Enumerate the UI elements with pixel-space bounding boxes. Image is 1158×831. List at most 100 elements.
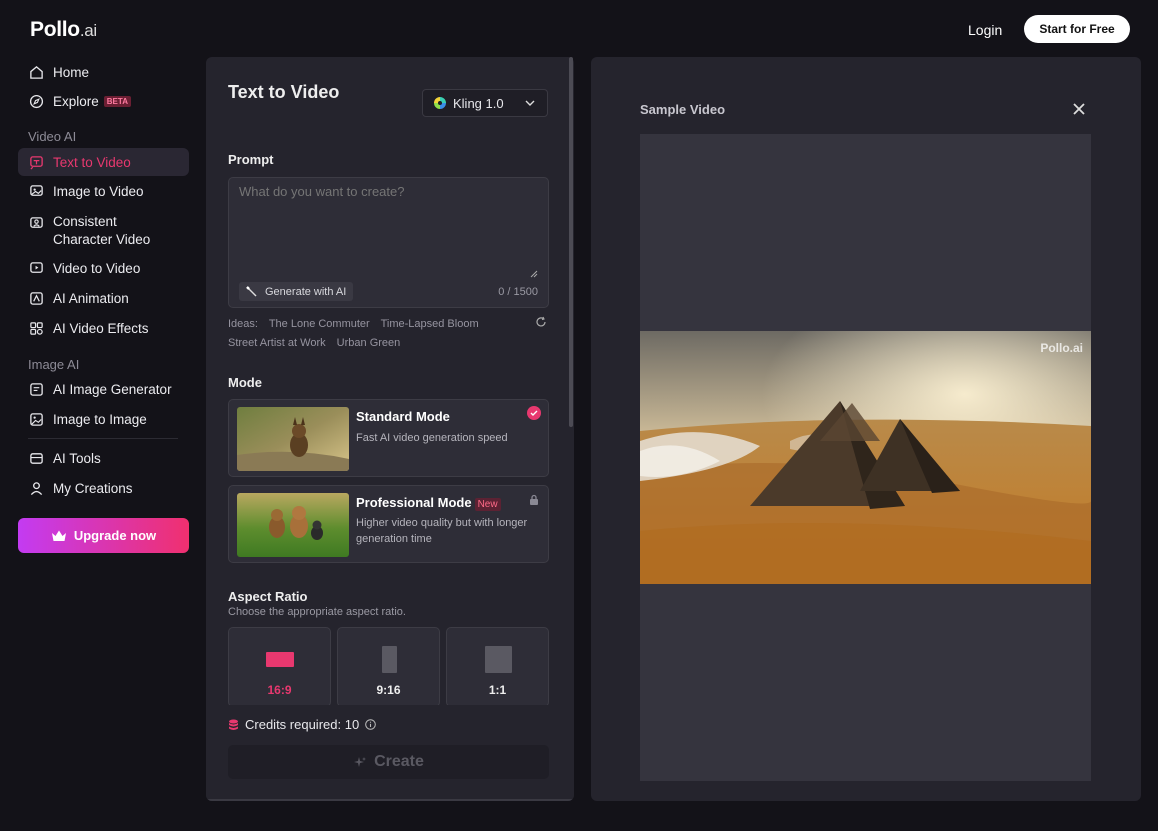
video-player[interactable]: Pollo.ai <box>640 134 1091 781</box>
credits-text: Credits required: 10 <box>245 717 360 732</box>
sidebar-item-label: Text to Video <box>53 154 131 170</box>
compass-icon <box>28 93 44 109</box>
sidebar-item-label: Consistent Character Video <box>53 214 151 247</box>
sidebar-item-label: Explore <box>53 93 99 109</box>
effects-grid-icon <box>28 320 44 336</box>
text-to-video-panel: Text to Video Kling 1.0 Prompt Generate … <box>206 57 574 801</box>
professional-mode-card[interactable]: Professional Mode New Higher video qualit… <box>228 485 549 563</box>
aspect-16-9-option[interactable]: 16:9 <box>228 627 331 707</box>
panel-title: Text to Video <box>228 82 340 102</box>
check-icon <box>527 406 541 420</box>
user-icon <box>28 480 44 496</box>
sidebar-item-ai-image-generator[interactable]: AI Image Generator <box>18 375 189 403</box>
beta-badge: BETA <box>103 95 131 107</box>
generate-with-ai-button[interactable]: Generate with AI <box>239 282 354 301</box>
top-bar: Pollo.ai Login Start for Free <box>0 0 1158 56</box>
credits-required: Credits required: 10 <box>228 717 376 732</box>
standard-mode-desc: Fast AI video generation speed <box>356 432 508 444</box>
standard-mode-card[interactable]: Standard Mode Fast AI video generation s… <box>228 399 549 477</box>
chevron-down-icon <box>525 100 535 106</box>
sidebar-item-explore[interactable]: Explore BETA <box>18 87 189 115</box>
resize-handle-icon[interactable] <box>530 270 538 278</box>
sidebar-item-home[interactable]: Home <box>18 58 189 86</box>
aspect-label: 1:1 <box>488 683 507 697</box>
image-image-icon <box>28 411 44 427</box>
portrait-icon <box>382 646 397 673</box>
square-icon <box>485 646 512 673</box>
text-video-icon <box>28 154 44 170</box>
standard-mode-thumbnail <box>237 407 349 471</box>
sidebar-item-text-to-video[interactable]: Text to Video <box>18 148 189 176</box>
tools-icon <box>28 450 44 466</box>
section-image-ai: Image AI <box>28 357 80 372</box>
ideas-label: Ideas: <box>228 318 258 330</box>
panel-bottom-edge <box>206 799 574 801</box>
sidebar-item-consistent-character[interactable]: Consistent Character Video <box>18 213 189 253</box>
crown-icon <box>51 529 67 543</box>
idea-chip[interactable]: Street Artist at Work <box>228 337 326 349</box>
close-icon[interactable] <box>1073 102 1085 120</box>
professional-mode-thumbnail <box>237 493 349 557</box>
sidebar-item-label: Image to Video <box>53 183 144 199</box>
credits-footer: Credits required: 10 Create <box>206 705 574 801</box>
sample-video-panel: Sample Video Pollo.ai <box>591 57 1141 801</box>
sample-video-frame[interactable]: Pollo.ai <box>640 331 1091 584</box>
animation-icon <box>28 290 44 306</box>
section-video-ai: Video AI <box>28 129 77 144</box>
sidebar-item-image-to-image[interactable]: Image to Image <box>18 405 189 433</box>
panel-scrollbar[interactable] <box>569 57 573 427</box>
lock-icon <box>529 493 539 511</box>
aspect-1-1-option[interactable]: 1:1 <box>446 627 549 707</box>
info-icon[interactable] <box>365 719 376 730</box>
prompt-input[interactable] <box>239 184 539 199</box>
sidebar-item-image-to-video[interactable]: Image to Video <box>18 177 189 205</box>
professional-mode-desc: Higher video quality but with longer gen… <box>356 517 528 545</box>
new-badge: New <box>474 498 501 511</box>
magic-wand-icon <box>246 286 257 297</box>
aspect-ratio-label: Aspect Ratio <box>228 589 308 604</box>
sidebar-item-label: AI Image Generator <box>53 381 172 397</box>
sidebar-item-label: Image to Image <box>53 411 147 427</box>
sidebar-item-label: AI Tools <box>53 450 101 466</box>
sidebar-item-ai-tools[interactable]: AI Tools <box>18 444 189 472</box>
sidebar-divider <box>28 438 178 439</box>
coins-icon <box>228 719 239 731</box>
landscape-icon <box>266 652 294 667</box>
model-value: Kling 1.0 <box>453 95 504 111</box>
ideas-list: Ideas: The Lone Commuter Time-Lapsed Blo… <box>228 315 528 353</box>
sidebar-item-label: Video to Video <box>53 260 141 276</box>
char-counter: 0 / 1500 <box>498 286 538 298</box>
sidebar-item-label: Home <box>53 64 90 80</box>
character-video-icon <box>28 215 44 231</box>
refresh-ideas-icon[interactable] <box>535 316 547 328</box>
image-generator-icon <box>28 381 44 397</box>
prompt-box: Generate with AI 0 / 1500 <box>228 177 549 308</box>
sidebar-item-label: AI Video Effects <box>53 320 149 336</box>
create-button[interactable]: Create <box>228 745 549 779</box>
sample-video-title: Sample Video <box>640 102 726 117</box>
start-for-free-button[interactable]: Start for Free <box>1024 15 1130 43</box>
watermark: Pollo.ai <box>1040 341 1083 355</box>
sidebar-item-label: AI Animation <box>53 290 129 306</box>
idea-chip[interactable]: The Lone Commuter <box>269 318 370 330</box>
idea-chip[interactable]: Time-Lapsed Bloom <box>381 318 479 330</box>
home-icon <box>28 64 44 80</box>
prompt-label: Prompt <box>228 152 274 167</box>
aspect-9-16-option[interactable]: 9:16 <box>337 627 440 707</box>
upgrade-button[interactable]: Upgrade now <box>18 518 189 553</box>
idea-chip[interactable]: Urban Green <box>337 337 401 349</box>
pollo-logo[interactable]: Pollo.ai <box>30 18 97 42</box>
sidebar-item-ai-video-effects[interactable]: AI Video Effects <box>18 314 189 342</box>
video-video-icon <box>28 260 44 276</box>
sidebar-item-video-to-video[interactable]: Video to Video <box>18 254 189 282</box>
create-label: Create <box>374 753 424 770</box>
generate-with-ai-label: Generate with AI <box>265 285 347 298</box>
sidebar-item-ai-animation[interactable]: AI Animation <box>18 284 189 312</box>
model-select[interactable]: Kling 1.0 <box>422 89 548 117</box>
image-video-icon <box>28 183 44 199</box>
sparkle-icon <box>353 756 367 769</box>
mode-label: Mode <box>228 375 262 390</box>
sidebar-item-my-creations[interactable]: My Creations <box>18 474 189 502</box>
login-link[interactable]: Login <box>968 22 1002 38</box>
aspect-label: 9:16 <box>376 683 401 697</box>
